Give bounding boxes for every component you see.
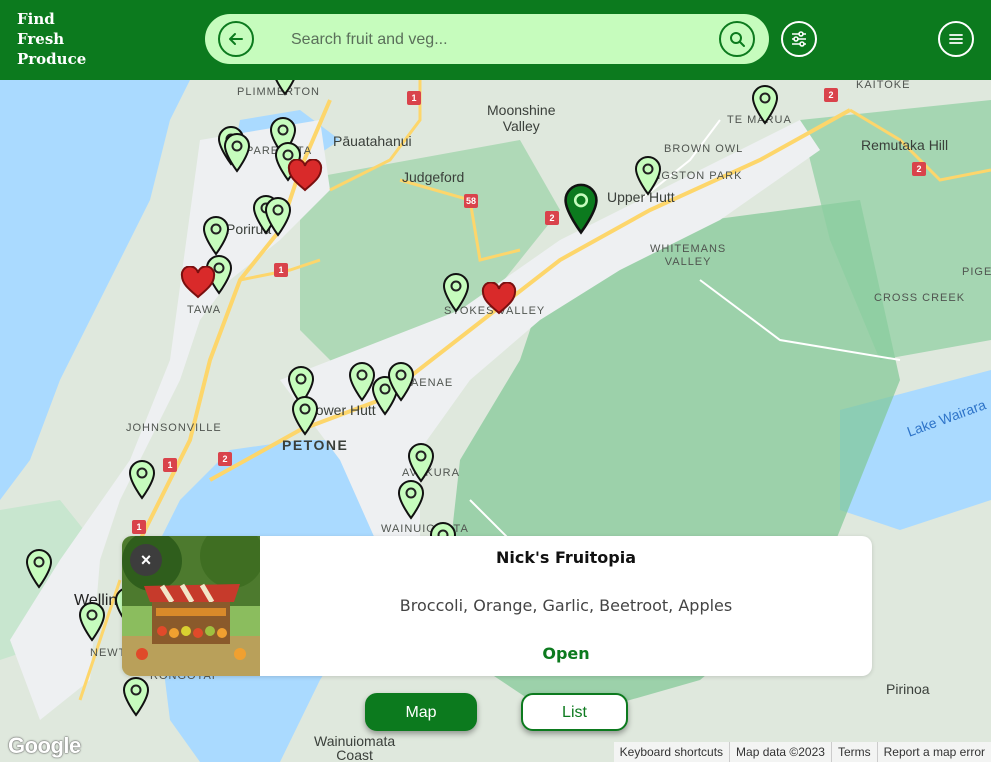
map-label: WHITEMANS VALLEY xyxy=(650,243,727,268)
stall-status: Open xyxy=(542,644,590,663)
highway-shield: 1 xyxy=(132,520,146,534)
menu-button[interactable] xyxy=(938,21,974,57)
stall-pin-marker[interactable] xyxy=(396,478,426,520)
map-pin-icon xyxy=(291,396,319,436)
highway-shield: 58 xyxy=(464,194,478,208)
map-label: Moonshine Valley xyxy=(487,102,556,134)
heart-icon xyxy=(481,281,517,315)
stall-pin-marker[interactable] xyxy=(290,394,320,436)
map-label: PIGE xyxy=(962,266,991,278)
app-logo[interactable]: Find Fresh Produce xyxy=(17,9,86,69)
map-label: PETONE xyxy=(282,437,349,453)
stall-pin-marker[interactable] xyxy=(441,271,471,313)
map-pin-icon xyxy=(25,549,53,589)
highway-shield: 2 xyxy=(218,452,232,466)
stall-pin-marker[interactable] xyxy=(77,600,107,642)
logo-line: Find xyxy=(17,10,55,28)
map-pin-icon xyxy=(264,197,292,237)
map-pin-icon xyxy=(397,480,425,520)
highway-shield: 1 xyxy=(274,263,288,277)
stall-pin-marker[interactable] xyxy=(406,441,436,483)
logo-line: Produce xyxy=(17,50,87,68)
highway-shield: 2 xyxy=(824,88,838,102)
map-pin-icon xyxy=(751,85,779,125)
favourite-stall-marker[interactable] xyxy=(287,158,323,193)
map-pin-icon xyxy=(564,183,598,235)
hamburger-menu-icon xyxy=(949,34,963,44)
keyboard-shortcuts-link[interactable]: Keyboard shortcuts xyxy=(614,742,729,762)
map-label: JOHNSONVILLE xyxy=(126,422,222,434)
map-label: Remutaka Hill xyxy=(861,137,949,153)
highway-shield: 2 xyxy=(545,211,559,225)
filter-button[interactable] xyxy=(781,21,817,57)
highway-shield: 1 xyxy=(163,458,177,472)
map-attribution: Keyboard shortcuts Map data ©2023 Terms … xyxy=(613,742,991,762)
stall-pin-marker[interactable] xyxy=(386,360,416,402)
search-bar xyxy=(205,14,769,64)
map-pin-icon xyxy=(78,602,106,642)
report-error-link[interactable]: Report a map error xyxy=(876,742,991,762)
search-button[interactable] xyxy=(719,21,755,57)
map-pin-icon xyxy=(634,156,662,196)
terms-link[interactable]: Terms xyxy=(830,742,877,762)
list-view-button[interactable]: List xyxy=(521,693,628,731)
map-label: CROSS CREEK xyxy=(874,292,966,304)
map-label: Judgeford xyxy=(402,169,465,185)
map-pin-icon xyxy=(387,362,415,402)
back-button[interactable] xyxy=(218,21,254,57)
map-pin-icon xyxy=(202,216,230,256)
map-pin-icon xyxy=(122,677,150,717)
map-pin-icon xyxy=(275,80,295,96)
highway-shield: 1 xyxy=(407,91,421,105)
logo-line: Fresh xyxy=(17,30,65,48)
favourite-stall-marker[interactable] xyxy=(481,281,517,316)
search-input[interactable] xyxy=(289,27,703,53)
search-icon xyxy=(730,32,745,47)
highway-shield: 2 xyxy=(912,162,926,176)
sliders-icon xyxy=(792,31,806,47)
close-card-button[interactable]: × xyxy=(130,544,162,576)
stall-name: Nick's Fruitopia xyxy=(495,548,637,567)
heart-icon xyxy=(287,158,323,192)
stall-card[interactable]: × Nick's Fruitopia Broccoli, Orange, Gar… xyxy=(122,536,872,676)
map-label: KAITOKE xyxy=(856,80,911,91)
map-label: TAWA xyxy=(187,304,222,316)
map-data-link[interactable]: Map data ©2023 xyxy=(729,742,831,762)
stall-pin-marker[interactable] xyxy=(270,80,300,96)
arrow-left-icon xyxy=(229,33,243,45)
stall-pin-marker[interactable] xyxy=(127,458,157,500)
stall-pin-marker[interactable] xyxy=(750,83,780,125)
favourite-stall-marker[interactable] xyxy=(180,265,216,300)
map-label: Pirinoa xyxy=(886,681,930,697)
heart-icon xyxy=(180,265,216,299)
map-view-button[interactable]: Map xyxy=(365,693,477,731)
map-pin-icon xyxy=(223,133,251,173)
stall-pin-marker[interactable] xyxy=(121,675,151,717)
stall-pin-marker[interactable] xyxy=(263,195,293,237)
map-label: Wainuiomata Coast xyxy=(314,733,396,762)
stall-produce-list: Broccoli, Orange, Garlic, Beetroot, Appl… xyxy=(399,596,733,615)
map-pin-icon xyxy=(407,443,435,483)
selected-stall-pin-marker[interactable] xyxy=(561,181,601,235)
stall-pin-marker[interactable] xyxy=(24,547,54,589)
map-pin-icon xyxy=(128,460,156,500)
app-header: Find Fresh Produce xyxy=(0,0,991,80)
map-pin-icon xyxy=(442,273,470,313)
google-logo: Google xyxy=(8,733,81,758)
map-label: BROWN OWL xyxy=(664,143,744,155)
stall-pin-marker[interactable] xyxy=(222,131,252,173)
map-label: Pāuatahanui xyxy=(333,133,412,149)
stall-pin-marker[interactable] xyxy=(633,154,663,196)
stall-pin-marker[interactable] xyxy=(201,214,231,256)
